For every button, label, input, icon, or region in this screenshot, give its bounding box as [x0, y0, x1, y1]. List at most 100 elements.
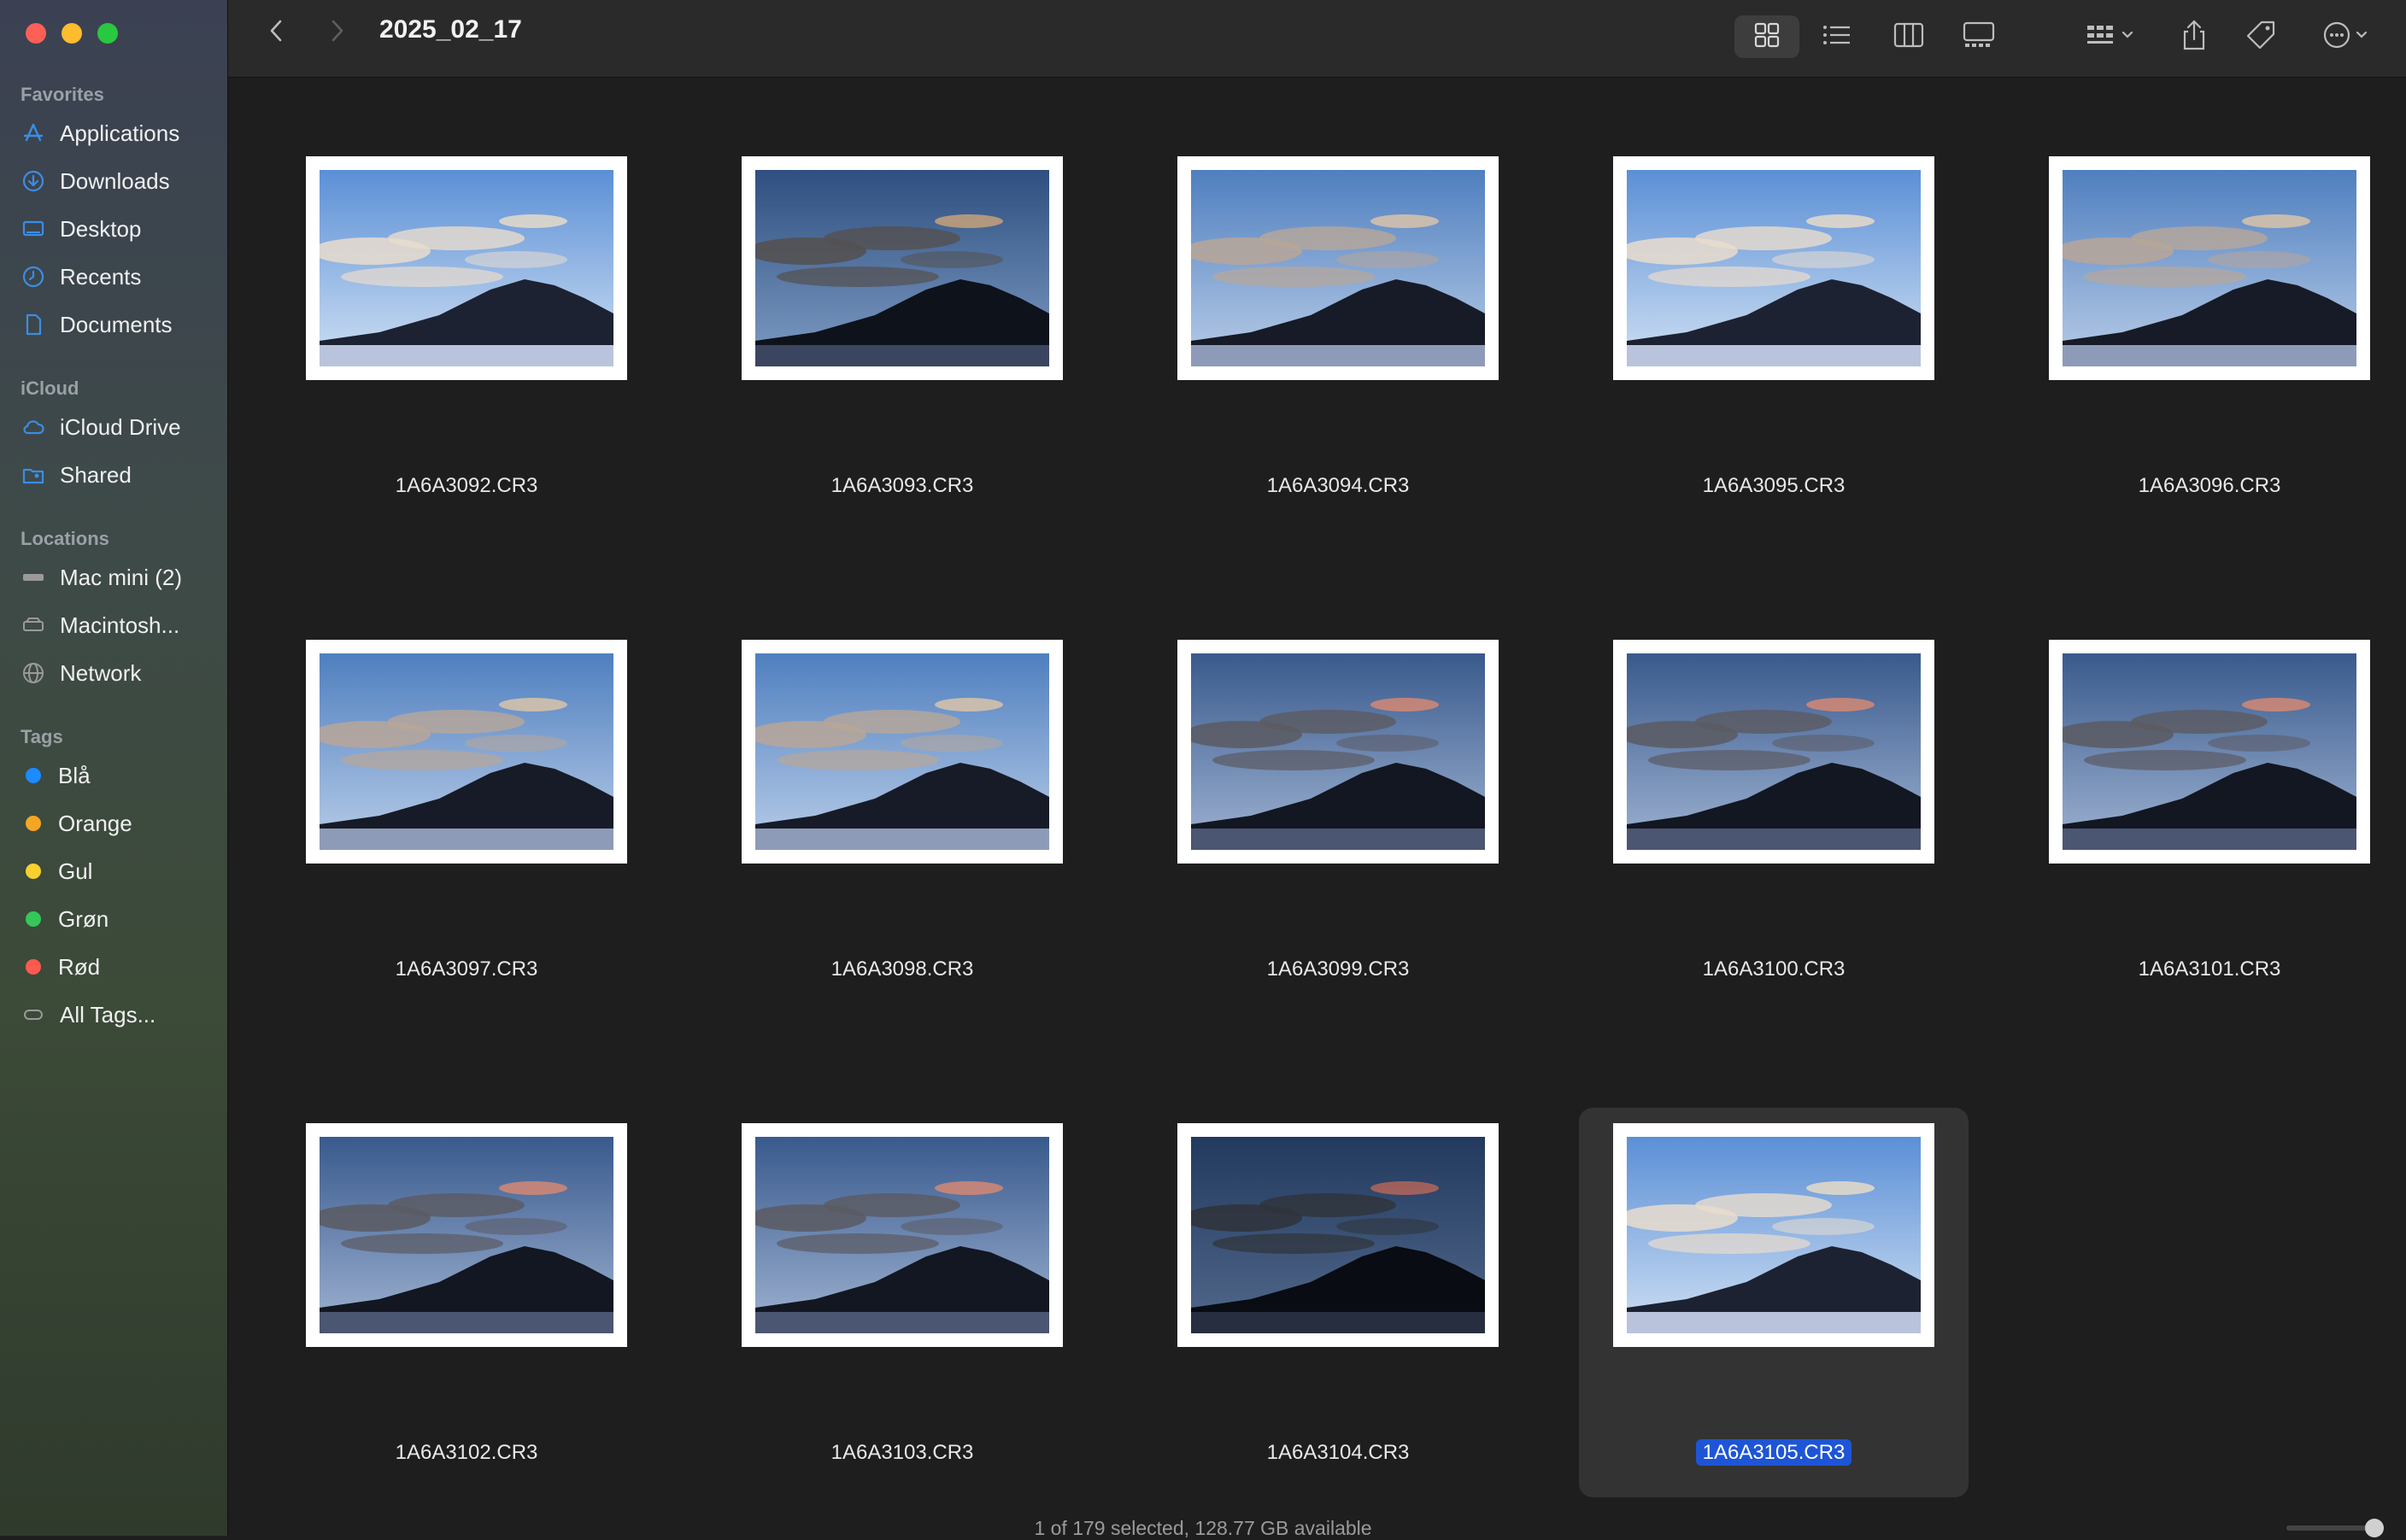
tag-color-dot: [26, 911, 41, 927]
file-item[interactable]: 1A6A3099.CR3: [1143, 640, 1533, 1033]
icon-view-button[interactable]: [1734, 15, 1799, 58]
sidebar-item-all-tags[interactable]: All Tags...: [21, 996, 156, 1033]
column-view-icon: [1893, 20, 1925, 54]
sidebar-item-tag-orange[interactable]: Orange: [21, 805, 132, 842]
group-by-button[interactable]: [2074, 15, 2148, 58]
more-options-icon: [2321, 19, 2373, 56]
file-item[interactable]: 1A6A3092.CR3: [272, 156, 661, 549]
file-item[interactable]: 1A6A3102.CR3: [272, 1123, 661, 1516]
file-thumbnail: [1177, 1123, 1499, 1347]
file-item[interactable]: 1A6A3094.CR3: [1143, 156, 1533, 549]
file-thumbnail: [306, 1123, 627, 1347]
file-thumbnail: [1177, 156, 1499, 380]
sidebar-item-macintosh[interactable]: Macintosh...: [21, 606, 179, 644]
sidebar-item-recents[interactable]: Recents: [21, 258, 141, 296]
sidebar-item-desktop[interactable]: Desktop: [21, 210, 141, 248]
sidebar-item-label: Blå: [58, 762, 91, 788]
more-options-button[interactable]: [2310, 15, 2384, 58]
folder-title: 2025_02_17: [379, 15, 522, 44]
file-item[interactable]: 1A6A3096.CR3: [2015, 156, 2404, 549]
sidebar-item-label: Recents: [60, 263, 142, 290]
photo-preview: [320, 653, 613, 850]
file-name-label: 1A6A3099.CR3: [1266, 957, 1410, 981]
file-name-label: 1A6A3092.CR3: [395, 474, 538, 497]
file-name-label: 1A6A3101.CR3: [2138, 957, 2281, 981]
file-name-label: 1A6A3093.CR3: [830, 474, 974, 497]
tags-section-label: Tags: [21, 726, 63, 747]
desktop-icon: [21, 216, 46, 242]
applications-icon: [21, 120, 46, 146]
sidebar-item-downloads[interactable]: Downloads: [21, 162, 170, 200]
file-item[interactable]: 1A6A3098.CR3: [707, 640, 1097, 1033]
file-item[interactable]: 1A6A3100.CR3: [1579, 640, 1969, 1033]
photo-preview: [755, 653, 1049, 850]
file-item[interactable]: 1A6A3101.CR3: [2015, 640, 2404, 1033]
file-item[interactable]: 1A6A3104.CR3: [1143, 1123, 1533, 1516]
sidebar-item-tag-green[interactable]: Grøn: [21, 900, 109, 938]
recents-icon: [21, 264, 46, 290]
tag-button[interactable]: [2242, 15, 2280, 58]
list-view-icon: [1821, 20, 1853, 54]
tag-icon: [2245, 19, 2277, 56]
photo-preview: [2063, 653, 2356, 850]
file-item[interactable]: 1A6A3095.CR3: [1579, 156, 1969, 549]
sidebar-item-tag-red[interactable]: Rød: [21, 948, 100, 986]
downloads-icon: [21, 168, 46, 194]
share-button[interactable]: [2175, 15, 2213, 58]
photo-preview: [1627, 653, 1921, 850]
forward-icon: [326, 18, 348, 48]
sidebar-item-applications[interactable]: Applications: [21, 114, 179, 152]
photo-preview: [1627, 170, 1921, 366]
sidebar-item-mac-mini[interactable]: Mac mini (2): [21, 559, 182, 596]
column-view-button[interactable]: [1876, 15, 1941, 58]
documents-icon: [21, 312, 46, 337]
file-name-label: 1A6A3095.CR3: [1702, 474, 1846, 497]
photo-preview: [2063, 170, 2356, 366]
file-item[interactable]: 1A6A3103.CR3: [707, 1123, 1097, 1516]
sidebar-item-tag-blue[interactable]: Blå: [21, 757, 91, 794]
sidebar-item-label: Gul: [58, 858, 93, 884]
tag-color-dot: [26, 959, 41, 975]
icon-size-slider-knob[interactable]: [2365, 1519, 2384, 1537]
sidebar-item-documents[interactable]: Documents: [21, 306, 173, 343]
file-thumbnail: [742, 1123, 1063, 1347]
file-name-label: 1A6A3096.CR3: [2138, 474, 2281, 497]
status-bar: 1 of 179 selected, 128.77 GB available: [1034, 1517, 1372, 1539]
file-item[interactable]: 1A6A3093.CR3: [707, 156, 1097, 549]
photo-preview: [755, 1137, 1049, 1333]
list-view-button[interactable]: [1804, 15, 1869, 58]
file-name-label: 1A6A3098.CR3: [830, 957, 974, 981]
file-item[interactable]: 1A6A3105.CR3: [1579, 1108, 1969, 1516]
sidebar-item-icloud-drive[interactable]: iCloud Drive: [21, 408, 181, 446]
file-name-label: 1A6A3094.CR3: [1266, 474, 1410, 497]
gallery-view-icon: [1962, 20, 1996, 54]
file-thumbnail: [742, 156, 1063, 380]
sidebar-item-shared[interactable]: Shared: [21, 456, 132, 494]
file-thumbnail: [1177, 640, 1499, 864]
minimize-window-button[interactable]: [62, 23, 82, 44]
close-window-button[interactable]: [26, 23, 46, 44]
icloud-icon: [21, 414, 46, 440]
sidebar-item-label: Grøn: [58, 905, 109, 932]
back-button[interactable]: [258, 14, 296, 51]
zoom-window-button[interactable]: [97, 23, 118, 44]
file-name-label: 1A6A3102.CR3: [395, 1441, 538, 1464]
shared-folder-icon: [21, 462, 46, 488]
forward-button[interactable]: [318, 14, 355, 51]
sidebar-item-label: Documents: [60, 311, 173, 337]
photo-preview: [755, 170, 1049, 366]
sidebar-item-tag-yellow[interactable]: Gul: [21, 852, 92, 890]
sidebar-item-label: Network: [60, 659, 142, 686]
file-thumbnail: [2049, 640, 2370, 864]
locations-section-label: Locations: [21, 528, 109, 549]
file-item[interactable]: 1A6A3097.CR3: [272, 640, 661, 1033]
back-icon: [266, 18, 288, 48]
photo-preview: [1627, 1137, 1921, 1333]
sidebar: Favorites Applications Downloads Desktop…: [0, 0, 228, 1536]
gallery-view-button[interactable]: [1946, 15, 2011, 58]
tag-color-dot: [26, 768, 41, 783]
sidebar-item-network[interactable]: Network: [21, 654, 141, 692]
icon-view-icon: [1752, 20, 1781, 54]
disk-icon: [21, 612, 46, 638]
sidebar-item-label: All Tags...: [60, 1001, 156, 1028]
